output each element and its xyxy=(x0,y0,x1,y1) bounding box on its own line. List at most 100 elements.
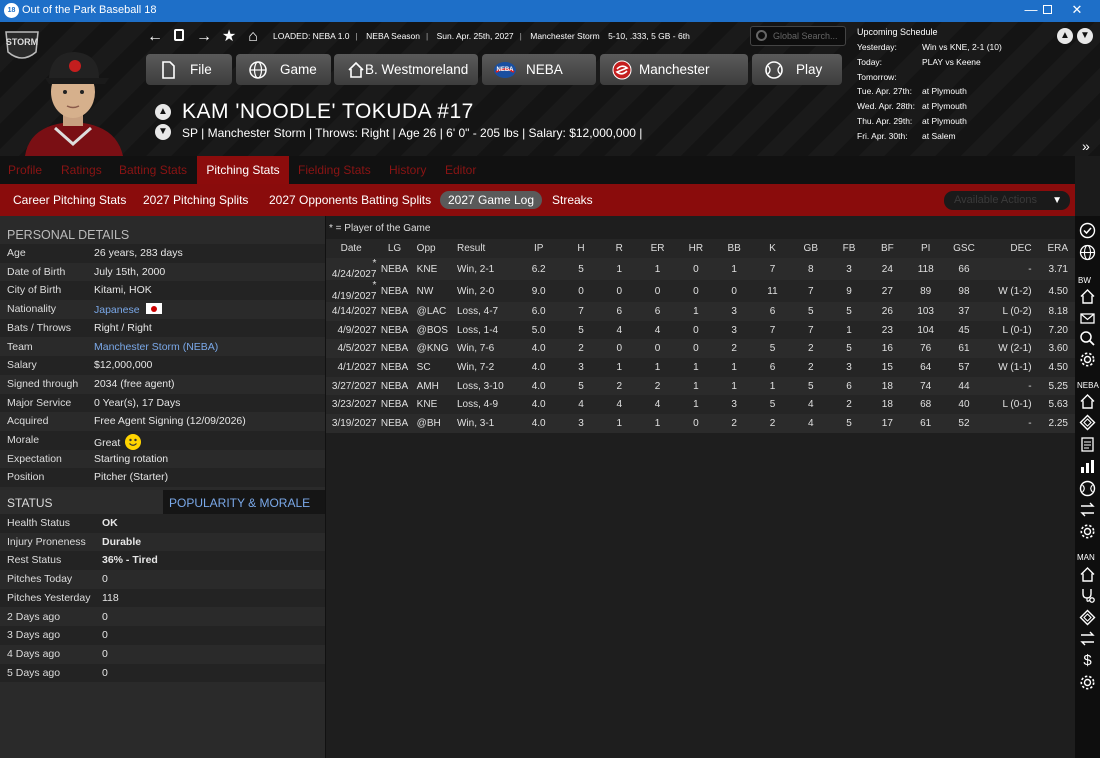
schedule-game[interactable]: at Plymouth xyxy=(922,86,967,96)
menu-game-button[interactable]: Game xyxy=(236,54,331,85)
gear-icon[interactable] xyxy=(1079,674,1096,691)
schedule-game[interactable]: at Plymouth xyxy=(922,101,967,111)
opponent-link[interactable]: @BOS xyxy=(412,320,453,340)
menu-play-button[interactable]: Play xyxy=(752,54,842,85)
document-icon[interactable] xyxy=(1079,436,1096,453)
column-header[interactable]: LG xyxy=(376,239,413,258)
gear-icon[interactable] xyxy=(1079,523,1096,540)
column-header[interactable]: Result xyxy=(452,239,516,258)
table-row[interactable]: * 4/19/2027 NEBA NW Win, 2-0 9.0 0 0 0 0 0 11 7 9 27 8… xyxy=(326,280,1076,302)
table-row[interactable]: 4/1/2027 NEBA SC Win, 7-2 4.0 3 1 1 1 1 6 2 3 15 64 57 W… xyxy=(326,358,1076,377)
menu-neba-button[interactable]: NEBA NEBA xyxy=(482,54,596,85)
diamond-icon[interactable] xyxy=(1079,609,1096,626)
column-header[interactable]: ER xyxy=(638,239,677,258)
column-header[interactable]: Date xyxy=(326,239,377,258)
table-row[interactable]: 4/14/2027 NEBA @LAC Loss, 4-7 6.0 7 6 6 1 3 6 5 5 26 1… xyxy=(326,302,1076,321)
menu-manchester-button[interactable]: Manchester xyxy=(600,54,748,85)
column-header[interactable]: K xyxy=(753,239,792,258)
team-link[interactable]: Manchester Storm (NEBA) xyxy=(94,341,218,353)
column-header[interactable]: GSC xyxy=(944,239,984,258)
baseball-icon[interactable] xyxy=(1079,480,1096,497)
tab-popularity-morale[interactable]: POPULARITY & MORALE xyxy=(163,490,325,515)
next-player-button[interactable]: ▼ xyxy=(155,124,171,140)
tab-batting-stats[interactable]: Batting Stats xyxy=(119,156,187,184)
nationality-value[interactable]: Japanese xyxy=(94,304,140,316)
dollar-icon[interactable]: $ xyxy=(1079,652,1096,669)
column-header[interactable]: HR xyxy=(676,239,716,258)
search-icon[interactable] xyxy=(1079,330,1096,347)
opponent-link[interactable]: @BH xyxy=(412,414,453,433)
schedule-up-button[interactable]: ▲ xyxy=(1057,28,1073,44)
checkmark-icon[interactable] xyxy=(1079,222,1096,239)
column-header[interactable]: GB xyxy=(791,239,830,258)
column-header[interactable]: PI xyxy=(906,239,945,258)
column-header[interactable]: DEC xyxy=(983,239,1040,258)
opponent-link[interactable]: NW xyxy=(412,280,453,302)
schedule-game[interactable]: Win vs KNE, 2-1 (10) xyxy=(922,42,1002,52)
subtab-pitching-splits[interactable]: 2027 Pitching Splits xyxy=(143,191,248,209)
forward-arrow-icon[interactable]: → xyxy=(195,28,213,46)
copy-icon[interactable] xyxy=(170,28,188,46)
home-icon[interactable]: ⌂ xyxy=(244,28,262,46)
result-link[interactable]: Win, 7-6 xyxy=(452,339,516,359)
diamond-icon[interactable] xyxy=(1079,414,1096,431)
schedule-game[interactable]: at Salem xyxy=(922,131,956,141)
result-link[interactable]: Loss, 4-7 xyxy=(452,302,516,321)
gear-icon[interactable] xyxy=(1079,351,1096,368)
column-header[interactable]: Opp xyxy=(412,239,453,258)
opponent-link[interactable]: @LAC xyxy=(412,302,453,321)
subtab-streaks[interactable]: Streaks xyxy=(552,191,593,209)
table-row[interactable]: 4/5/2027 NEBA @KNG Win, 7-6 4.0 2 0 0 0 2 5 2 5 16 76 6… xyxy=(326,339,1076,359)
column-header[interactable]: IP xyxy=(515,239,562,258)
result-link[interactable]: Loss, 3-10 xyxy=(452,376,516,396)
table-row[interactable]: 3/23/2027 NEBA KNE Loss, 4-9 4.0 4 4 4 1 3 5 4 2 18 68… xyxy=(326,395,1076,415)
menu-manager-button[interactable]: B. Westmoreland xyxy=(334,54,478,85)
opponent-link[interactable]: AMH xyxy=(412,376,453,396)
schedule-game[interactable]: at Plymouth xyxy=(922,116,967,126)
schedule-down-button[interactable]: ▼ xyxy=(1077,28,1093,44)
mail-icon[interactable] xyxy=(1079,310,1096,327)
result-link[interactable]: Win, 7-2 xyxy=(452,358,516,377)
column-header[interactable]: BB xyxy=(715,239,754,258)
tab-history[interactable]: History xyxy=(389,156,426,184)
back-arrow-icon[interactable]: ← xyxy=(146,28,164,46)
home-icon[interactable] xyxy=(1079,393,1096,410)
table-row[interactable]: 3/19/2027 NEBA @BH Win, 3-1 4.0 3 1 1 0 2 2 4 5 17 61 5… xyxy=(326,414,1076,433)
result-link[interactable]: Win, 3-1 xyxy=(452,414,516,433)
tab-pitching-stats[interactable]: Pitching Stats xyxy=(197,156,289,184)
subtab-game-log[interactable]: 2027 Game Log xyxy=(440,191,542,209)
result-link[interactable]: Win, 2-1 xyxy=(452,258,516,280)
tab-status[interactable]: STATUS xyxy=(0,490,163,515)
menu-file-button[interactable]: File xyxy=(146,54,232,85)
home-icon[interactable] xyxy=(1079,288,1096,305)
subtab-opponents-batting-splits[interactable]: 2027 Opponents Batting Splits xyxy=(269,191,431,209)
table-row[interactable]: 3/27/2027 NEBA AMH Loss, 3-10 4.0 5 2 2 1 1 1 5 6 18 7… xyxy=(326,376,1076,396)
star-icon[interactable]: ★ xyxy=(220,28,238,46)
subtab-career-pitching[interactable]: Career Pitching Stats xyxy=(13,191,126,209)
column-header[interactable]: FB xyxy=(829,239,869,258)
result-link[interactable]: Win, 2-0 xyxy=(452,280,516,302)
column-header[interactable]: ERA xyxy=(1039,239,1076,258)
schedule-game[interactable]: PLAY vs Keene xyxy=(922,57,981,67)
opponent-link[interactable]: KNE xyxy=(412,258,453,280)
global-search-input[interactable]: Global Search... xyxy=(750,26,846,46)
column-header[interactable]: BF xyxy=(868,239,907,258)
home-icon[interactable] xyxy=(1079,566,1096,583)
globe-icon[interactable] xyxy=(1079,244,1096,261)
column-header[interactable]: R xyxy=(600,239,639,258)
tab-editor[interactable]: Editor xyxy=(445,156,476,184)
stethoscope-icon[interactable] xyxy=(1079,587,1096,604)
result-link[interactable]: Loss, 1-4 xyxy=(452,320,516,340)
detail-value-link[interactable]: Japanese xyxy=(94,303,162,316)
transfer-arrows-icon[interactable] xyxy=(1079,501,1096,518)
opponent-link[interactable]: @KNG xyxy=(412,339,453,359)
expand-chevron-icon[interactable]: » xyxy=(1082,138,1090,154)
result-link[interactable]: Loss, 4-9 xyxy=(452,395,516,415)
available-actions-dropdown[interactable]: Available Actions ▼ xyxy=(944,191,1070,210)
column-header[interactable]: H xyxy=(561,239,601,258)
table-row[interactable]: 4/9/2027 NEBA @BOS Loss, 1-4 5.0 5 4 4 0 3 7 7 1 23 10… xyxy=(326,320,1076,340)
tab-fielding-stats[interactable]: Fielding Stats xyxy=(298,156,371,184)
bar-chart-icon[interactable] xyxy=(1079,458,1096,475)
tab-ratings[interactable]: Ratings xyxy=(61,156,102,184)
opponent-link[interactable]: KNE xyxy=(412,395,453,415)
